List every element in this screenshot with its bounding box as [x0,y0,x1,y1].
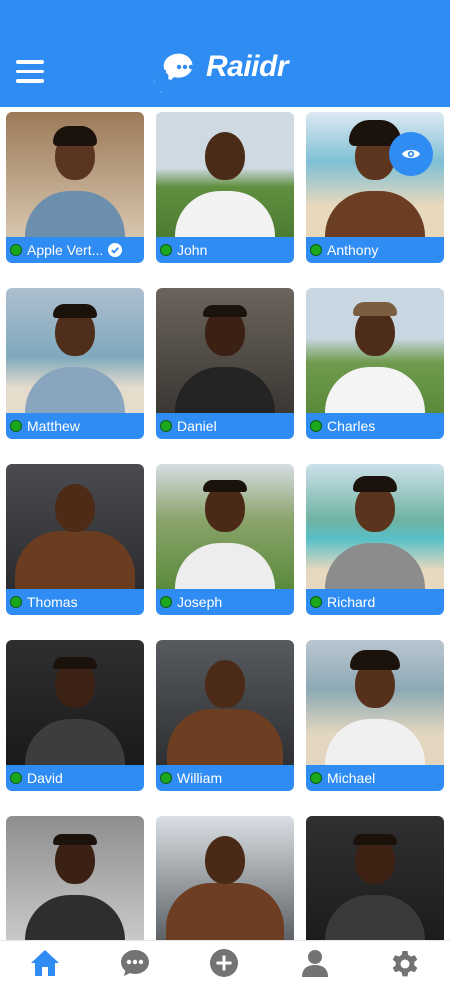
profile-card[interactable]: Joseph [156,464,294,615]
profile-name: Richard [327,594,376,610]
verified-badge-icon [108,243,123,257]
profile-name: Joseph [177,594,223,610]
chat-bubbles-logo-icon [152,53,194,95]
profile-photo [306,112,444,237]
profile-icon [302,950,328,977]
profile-card[interactable]: Richard [306,464,444,615]
profile-photo [156,816,294,940]
menu-icon[interactable] [16,60,46,84]
profile-name: David [27,770,63,786]
nav-home[interactable] [29,947,61,979]
nav-settings[interactable] [389,947,421,979]
profile-name: Apple Vert... [27,242,104,258]
profile-card[interactable]: Matthew [6,288,144,439]
profile-card[interactable]: Michael [306,640,444,791]
app-logo[interactable]: Raiidr [152,48,289,96]
profile-name: Anthony [327,242,379,258]
home-icon [31,950,59,976]
app-header: Raiidr [0,0,450,107]
online-status-dot [160,244,172,256]
nav-add[interactable] [208,947,240,979]
profile-photo [156,464,294,589]
view-toggle-button[interactable] [389,132,433,176]
profile-card[interactable]: Thomas [6,464,144,615]
profile-card[interactable] [6,816,144,940]
online-status-dot [10,244,22,256]
profile-photo [6,288,144,413]
profile-photo [306,816,444,940]
profile-card[interactable] [306,816,444,940]
profile-name: Thomas [27,594,78,610]
online-status-dot [10,596,22,608]
profile-card[interactable]: Charles [306,288,444,439]
profile-name: Michael [327,770,376,786]
online-status-dot [310,772,322,784]
profile-card[interactable] [156,816,294,940]
profile-card[interactable]: John [156,112,294,263]
profile-card[interactable]: William [156,640,294,791]
settings-icon [392,951,418,977]
online-status-dot [160,596,172,608]
online-status-dot [160,420,172,432]
eye-icon [402,149,420,159]
profile-name: Daniel [177,418,217,434]
profile-photo [306,640,444,765]
profile-photo [306,464,444,589]
online-status-dot [10,420,22,432]
profile-photo [6,464,144,589]
profile-name: John [177,242,208,258]
profile-photo [6,816,144,940]
profile-photo [6,112,144,237]
profile-card[interactable]: Anthony [306,112,444,263]
profile-name: Matthew [27,418,80,434]
profile-name: William [177,770,223,786]
profile-photo [306,288,444,413]
profile-photo [156,112,294,237]
online-status-dot [310,420,322,432]
bottom-navigation [0,940,450,1000]
profile-card[interactable]: Apple Vert... [6,112,144,263]
online-status-dot [310,596,322,608]
nav-chat[interactable] [119,947,151,979]
add-icon [210,949,238,977]
chat-icon [121,950,149,976]
profile-photo [156,288,294,413]
online-status-dot [10,772,22,784]
profile-photo [6,640,144,765]
app-logo-text: Raiidr [206,50,289,83]
profile-grid: Apple Vert... John Anthony Matthew Danie… [0,107,450,940]
profile-photo [156,640,294,765]
profile-card[interactable]: Daniel [156,288,294,439]
profile-card[interactable]: David [6,640,144,791]
online-status-dot [160,772,172,784]
profile-name: Charles [327,418,376,434]
online-status-dot [310,244,322,256]
nav-profile[interactable] [299,947,331,979]
